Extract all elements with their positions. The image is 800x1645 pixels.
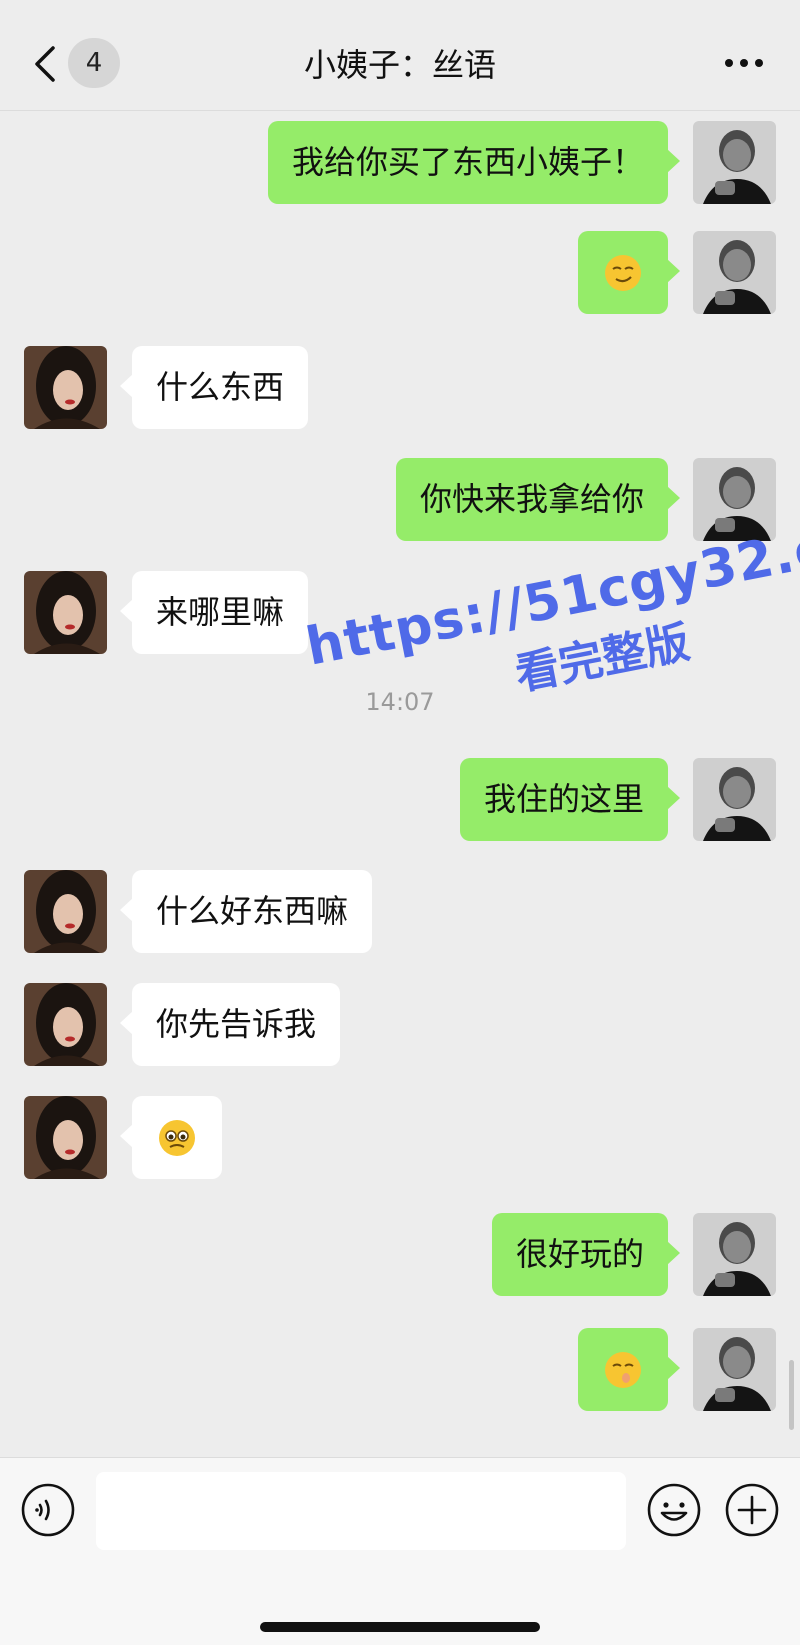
message-bubble[interactable]: 什么东西 <box>119 346 309 429</box>
chat-header: 4 小姨子：丝语 <box>0 0 800 111</box>
smirk-emoji-icon <box>605 254 641 291</box>
message-bubble[interactable]: 来哪里嘛 <box>119 571 309 654</box>
contact-avatar[interactable] <box>24 571 107 654</box>
my-avatar[interactable] <box>693 1213 776 1296</box>
smiley-icon <box>647 1483 701 1537</box>
unread-count-badge[interactable]: 4 <box>68 38 120 88</box>
more-options-button[interactable] <box>718 48 770 78</box>
chevron-left-icon <box>35 46 55 82</box>
more-functions-button[interactable] <box>724 1482 780 1538</box>
message-bubble[interactable]: 你先告诉我 <box>119 983 341 1066</box>
voice-icon <box>21 1483 75 1537</box>
contact-avatar[interactable] <box>24 983 107 1066</box>
plus-icon <box>725 1483 779 1537</box>
my-avatar[interactable] <box>693 458 776 541</box>
scrollbar[interactable] <box>789 1360 794 1430</box>
contact-avatar[interactable] <box>24 1096 107 1179</box>
contact-avatar[interactable] <box>24 346 107 429</box>
my-avatar[interactable] <box>693 1328 776 1411</box>
voice-button[interactable] <box>20 1482 76 1538</box>
message-bubble[interactable] <box>578 231 680 314</box>
my-avatar[interactable] <box>693 758 776 841</box>
message-input[interactable] <box>96 1472 626 1550</box>
message-bubble[interactable] <box>578 1328 680 1411</box>
message-bubble[interactable]: 你快来我拿给你 <box>395 458 681 541</box>
more-dots-icon <box>725 59 763 67</box>
message-timestamp: 14:07 <box>365 688 435 716</box>
contact-avatar[interactable] <box>24 870 107 953</box>
shushing-emoji-icon <box>605 1351 641 1388</box>
message-bubble[interactable]: 很好玩的 <box>491 1213 681 1296</box>
my-avatar[interactable] <box>693 121 776 204</box>
message-list[interactable]: 我给你买了东西小姨子！ 什么东西 你快来我拿给你 来哪里嘛 14:07 我住的这… <box>0 111 800 1457</box>
my-avatar[interactable] <box>693 231 776 314</box>
back-button[interactable] <box>24 36 64 92</box>
message-bubble[interactable] <box>120 1096 222 1179</box>
message-bubble[interactable]: 我给你买了东西小姨子！ <box>267 121 681 204</box>
message-bubble[interactable]: 我住的这里 <box>459 758 681 841</box>
input-bar <box>0 1457 800 1645</box>
emoji-button[interactable] <box>646 1482 702 1538</box>
pleading-emoji-icon <box>159 1119 195 1156</box>
home-indicator[interactable] <box>260 1622 540 1632</box>
message-bubble[interactable]: 什么好东西嘛 <box>119 870 373 953</box>
chat-title: 小姨子：丝语 <box>303 46 496 84</box>
